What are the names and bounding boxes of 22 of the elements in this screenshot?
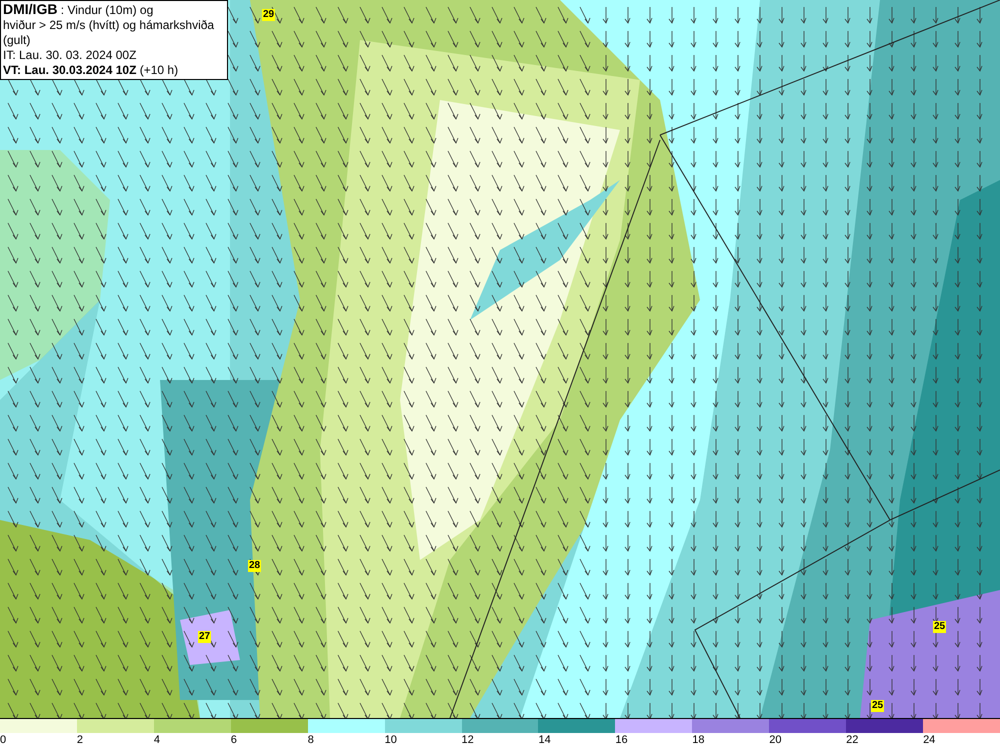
scale-label: 20 — [769, 733, 782, 747]
scale-label: 22 — [846, 733, 858, 747]
header-text: DMI/IGB : Vindur (10m) og — [3, 2, 154, 18]
max-gust-label: 25 — [933, 621, 946, 633]
scale-label: 6 — [230, 733, 237, 747]
scale-label: 0 — [0, 733, 6, 747]
max-gust-label: 27 — [198, 631, 212, 643]
scale-label: 24 — [923, 733, 936, 747]
max-gust-label: 25 — [871, 700, 884, 712]
header-text: VT: Lau. 30.03.2024 10Z (+10 h) — [3, 63, 180, 78]
header-text: IT: Lau. 30. 03. 2024 00Z — [3, 48, 138, 63]
scale-label: 2 — [76, 733, 84, 747]
scale-label: 4 — [154, 733, 160, 747]
scale-label: 18 — [692, 733, 705, 747]
max-gust-label: 29 — [262, 9, 276, 21]
scale-label: 8 — [308, 733, 314, 747]
scale-label: 10 — [384, 733, 397, 747]
max-gust-label: 28 — [248, 560, 262, 572]
header-text: hviður > 25 m/s (hvítt) og hámarkshviða (gult) — [3, 18, 216, 48]
scale-label: 14 — [538, 733, 551, 747]
scale-label: 12 — [462, 733, 474, 747]
scale-label: 16 — [615, 733, 628, 747]
